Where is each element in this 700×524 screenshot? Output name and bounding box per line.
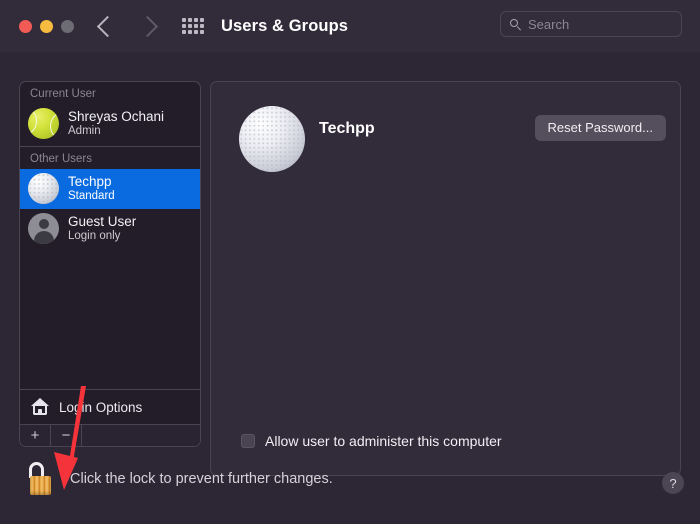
reset-password-button[interactable]: Reset Password... xyxy=(534,115,666,141)
user-role: Admin xyxy=(68,124,101,137)
help-button[interactable]: ? xyxy=(662,472,684,494)
account-golf-ball-avatar[interactable] xyxy=(239,106,305,172)
list-item-current-user[interactable]: Shreyas Ochani Admin xyxy=(20,104,200,144)
search-input[interactable]: Search xyxy=(500,11,682,37)
user-name: Guest User xyxy=(68,214,137,229)
minimize-button[interactable] xyxy=(40,19,53,33)
account-detail-panel: Techpp Reset Password... Allow user to a… xyxy=(210,81,681,476)
remove-user-button[interactable]: − xyxy=(51,425,82,446)
show-all-grid-icon[interactable] xyxy=(182,18,204,34)
admin-checkbox-row[interactable]: Allow user to administer this computer xyxy=(241,433,502,449)
user-name: Techpp xyxy=(68,174,112,189)
forward-chevron-icon xyxy=(136,15,159,37)
users-and-groups-window: Users & Groups Search Current User Shrey… xyxy=(0,0,700,524)
list-item-guest-user[interactable]: Guest User Login only xyxy=(20,209,200,249)
add-remove-toolbar: + − xyxy=(20,424,200,446)
unlocked-padlock-icon[interactable] xyxy=(28,462,55,496)
tennis-ball-avatar xyxy=(28,108,59,139)
login-options-label: Login Options xyxy=(59,399,143,415)
search-placeholder: Search xyxy=(528,16,570,32)
user-role: Login only xyxy=(68,229,121,242)
login-options-button[interactable]: Login Options xyxy=(20,389,200,424)
page-title: Users & Groups xyxy=(221,16,349,35)
list-item-techpp[interactable]: Techpp Standard xyxy=(20,169,200,209)
allow-admin-label: Allow user to administer this computer xyxy=(265,433,502,449)
back-chevron-icon[interactable] xyxy=(96,15,119,37)
golf-ball-avatar xyxy=(28,173,59,204)
user-name: Shreyas Ochani xyxy=(68,109,165,124)
users-sidebar: Current User Shreyas Ochani Admin Other … xyxy=(19,81,201,447)
add-user-button[interactable]: + xyxy=(20,425,51,446)
add-remove-filler xyxy=(82,425,200,446)
window-titlebar: Users & Groups Search xyxy=(0,0,700,52)
traffic-lights xyxy=(19,19,74,33)
guest-person-avatar xyxy=(28,213,59,244)
search-icon xyxy=(510,18,521,30)
allow-admin-checkbox[interactable] xyxy=(241,434,255,448)
group-header-other-users: Other Users xyxy=(30,153,92,165)
navigation-buttons xyxy=(96,15,159,37)
window-footer: Click the lock to prevent further change… xyxy=(0,452,700,524)
home-icon xyxy=(30,398,50,416)
lock-area[interactable]: Click the lock to prevent further change… xyxy=(28,462,333,496)
zoom-button xyxy=(61,19,74,33)
close-button[interactable] xyxy=(19,19,32,33)
account-name: Techpp xyxy=(319,120,375,137)
user-role: Standard xyxy=(68,189,115,202)
lock-message: Click the lock to prevent further change… xyxy=(70,471,333,487)
group-header-current-user: Current User xyxy=(30,88,96,100)
window-body: Current User Shreyas Ochani Admin Other … xyxy=(0,52,700,524)
